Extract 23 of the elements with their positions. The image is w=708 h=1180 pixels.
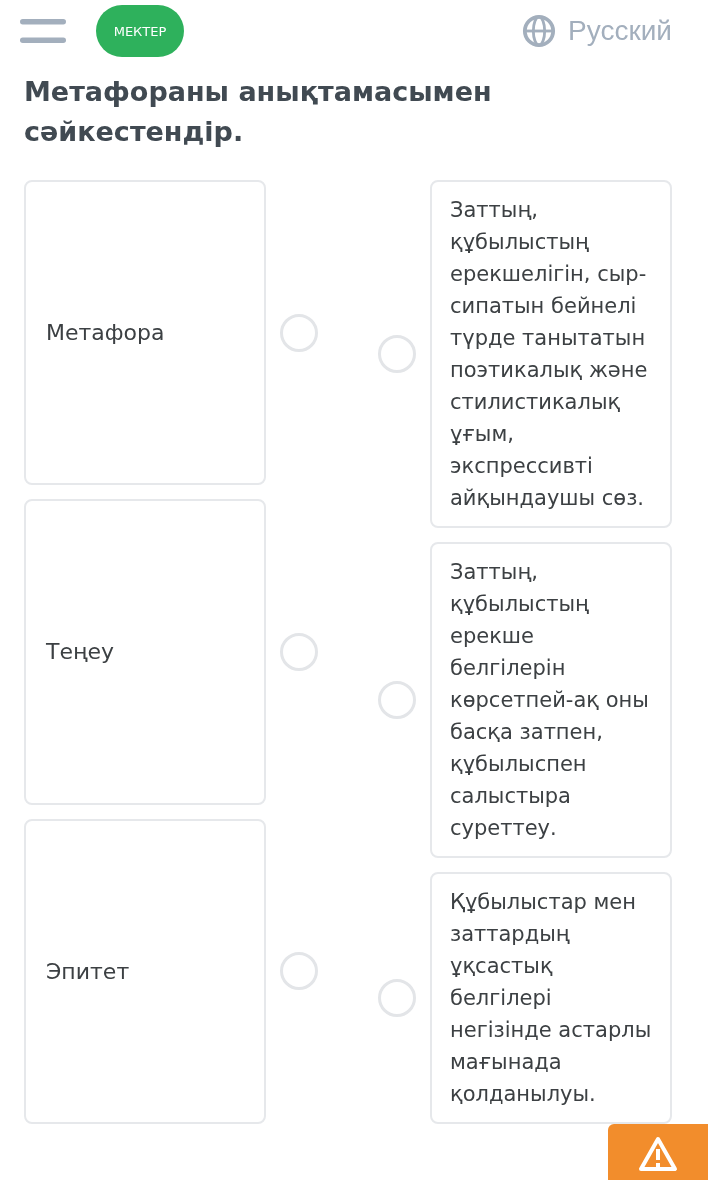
menu-icon[interactable] (20, 17, 66, 45)
definition-card[interactable]: Заттың, құбылыстың ерекше белгілерін көрсетпей-ақ оны басқа затпен, құбылыспен салыстыра суреттеу. (430, 542, 672, 858)
globe-icon (522, 14, 557, 48)
report-button[interactable] (608, 1124, 708, 1180)
radio-button[interactable] (378, 681, 416, 719)
radio-button[interactable] (378, 979, 416, 1017)
radio-button[interactable] (378, 335, 416, 373)
radio-button[interactable] (280, 313, 318, 352)
term-card[interactable]: Эпитет (24, 818, 266, 1124)
term-label: Теңеу (46, 639, 115, 665)
radio-button[interactable] (280, 633, 318, 671)
term-label: Эпитет (46, 958, 130, 984)
term-label: Метафора (46, 320, 165, 346)
definition-text: Заттың, құбылыстың ерекшелігін, сыр-сипатын бейнелі түрде танытатын поэтикалық және стилистикалық ұғым, экспрессивті айқындаушы сөз. (450, 198, 648, 510)
definition-card[interactable]: Құбылыстар мен заттардың ұқсастық белгілері негізінде астарлы мағынада қолданылуы. (430, 872, 672, 1124)
term-card[interactable]: Метафора (24, 180, 266, 486)
definition-card[interactable]: Заттың, құбылыстың ерекшелігін, сыр-сипатын бейнелі түрде танытатын поэтикалық және стилистикалық ұғым, экспрессивті айқындаушы сөз. (430, 180, 672, 528)
question-title: Метафораны анықтамасымен сәйкестендір. (24, 75, 493, 149)
radio-button[interactable] (280, 952, 318, 991)
term-card[interactable]: Теңеу (24, 499, 266, 805)
definition-text: Құбылыстар мен заттардың ұқсастық белгілері негізінде астарлы мағынада қолданылуы. (450, 890, 652, 1106)
warning-icon (638, 1136, 678, 1172)
definition-text: Заттың, құбылыстың ерекше белгілерін көрсетпей-ақ оны басқа затпен, құбылыспен салыстыра суреттеу. (450, 560, 649, 840)
